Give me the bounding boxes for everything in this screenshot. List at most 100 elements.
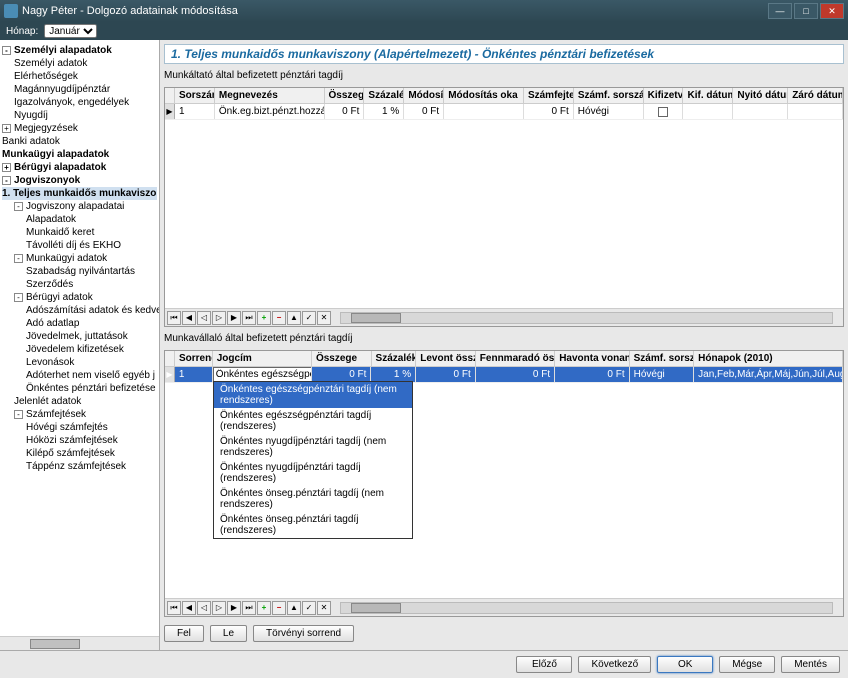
col-header[interactable]: Levont összeg bbox=[416, 351, 476, 366]
torvenyi-button[interactable]: Törvényi sorrend bbox=[253, 625, 354, 642]
tree-item[interactable]: Magánnyugdíjpénztár bbox=[2, 83, 157, 96]
dropdown-option[interactable]: Önkéntes önseg.pénztári tagdíj (rendszer… bbox=[214, 512, 412, 538]
tree-item[interactable]: Szabadság nyilvántartás bbox=[2, 265, 157, 278]
col-header[interactable]: Havonta vonandó bbox=[555, 351, 629, 366]
dropdown-option[interactable]: Önkéntes önseg.pénztári tagdíj (nem rend… bbox=[214, 486, 412, 512]
collapse-icon[interactable]: - bbox=[14, 254, 23, 263]
collapse-icon[interactable]: - bbox=[2, 176, 11, 185]
tree-item[interactable]: -Személyi alapadatok bbox=[2, 44, 157, 57]
expand-icon[interactable]: + bbox=[2, 163, 11, 172]
minimize-button[interactable]: — bbox=[768, 3, 792, 19]
megse-button[interactable]: Mégse bbox=[719, 656, 775, 673]
le-button[interactable]: Le bbox=[210, 625, 247, 642]
col-header[interactable]: Sorszám bbox=[175, 88, 215, 103]
col-header[interactable]: Összeg bbox=[325, 88, 365, 103]
col-header[interactable]: Kifizetve bbox=[644, 88, 684, 103]
cell-osszeg[interactable]: 0 Ft bbox=[325, 104, 365, 119]
dropdown-option[interactable]: Önkéntes nyugdíjpénztári tagdíj (nem ren… bbox=[214, 434, 412, 460]
kovetkezo-button[interactable]: Következő bbox=[578, 656, 651, 673]
nav-button[interactable]: ✓ bbox=[302, 601, 316, 615]
fel-button[interactable]: Fel bbox=[164, 625, 204, 642]
tree-item[interactable]: Hóvégi számfejtés bbox=[2, 421, 157, 434]
cell-fennmarado[interactable]: 0 Ft bbox=[476, 367, 555, 382]
tree-item[interactable]: Önkéntes pénztári befizetése bbox=[2, 382, 157, 395]
collapse-icon[interactable]: - bbox=[2, 46, 11, 55]
cell-zaro[interactable] bbox=[788, 104, 843, 119]
cell-szamfsorsz[interactable]: Hóvégi bbox=[574, 104, 644, 119]
col-header[interactable]: Módosítás bbox=[404, 88, 444, 103]
col-header[interactable]: Megnevezés bbox=[215, 88, 325, 103]
col-header[interactable]: Hónapok (2010) bbox=[694, 351, 843, 366]
tree-item[interactable]: Táppénz számfejtések bbox=[2, 460, 157, 473]
tree-item[interactable]: -Jogviszony alapadatai bbox=[2, 200, 157, 213]
nav-button[interactable]: − bbox=[272, 601, 286, 615]
jogcim-dropdown[interactable]: Önkéntes egészségpénztári tagdíj (nem re… bbox=[213, 381, 413, 539]
nav-button[interactable]: ◁ bbox=[197, 601, 211, 615]
nav-button[interactable]: ▲ bbox=[287, 601, 301, 615]
tree-scrollbar[interactable] bbox=[0, 636, 159, 650]
tree-item[interactable]: Jelenlét adatok bbox=[2, 395, 157, 408]
col-header[interactable]: Jogcím bbox=[213, 351, 312, 366]
tree-item[interactable]: Szerződés bbox=[2, 278, 157, 291]
nav-button[interactable]: ⏭ bbox=[242, 601, 256, 615]
cell-osszege[interactable]: 0 Ft bbox=[312, 367, 372, 382]
col-header[interactable]: Záró dátum bbox=[788, 88, 843, 103]
col-header[interactable]: Nyitó dátum bbox=[733, 88, 788, 103]
tree-item[interactable]: Banki adatok bbox=[2, 135, 157, 148]
collapse-icon[interactable]: - bbox=[14, 410, 23, 419]
tree-item[interactable]: +Megjegyzések bbox=[2, 122, 157, 135]
nav-button[interactable]: ▶ bbox=[227, 601, 241, 615]
cell-modok[interactable] bbox=[444, 104, 524, 119]
tree-item[interactable]: Elérhetőségek bbox=[2, 70, 157, 83]
cell-modositas[interactable]: 0 Ft bbox=[404, 104, 444, 119]
nav-button[interactable]: ▲ bbox=[287, 311, 301, 325]
collapse-icon[interactable]: - bbox=[14, 293, 23, 302]
col-header[interactable]: Számfejtett bbox=[524, 88, 574, 103]
mentes-button[interactable]: Mentés bbox=[781, 656, 840, 673]
tree-item[interactable]: Levonások bbox=[2, 356, 157, 369]
tree-item[interactable]: Jövedelem kifizetések bbox=[2, 343, 157, 356]
cell-levont[interactable]: 0 Ft bbox=[416, 367, 476, 382]
tree-item[interactable]: Munkaidő keret bbox=[2, 226, 157, 239]
col-header[interactable]: Százaléka bbox=[372, 351, 417, 366]
tree-item[interactable]: -Számfejtések bbox=[2, 408, 157, 421]
col-header[interactable]: Kif. dátuma bbox=[683, 88, 733, 103]
dropdown-option[interactable]: Önkéntes egészségpénztári tagdíj (nem re… bbox=[214, 382, 412, 408]
dropdown-option[interactable]: Önkéntes egészségpénztári tagdíj (rendsz… bbox=[214, 408, 412, 434]
tree-item[interactable]: Adóterhet nem viselő egyéb j bbox=[2, 369, 157, 382]
ok-button[interactable]: OK bbox=[657, 656, 713, 673]
nav-button[interactable]: ▶ bbox=[227, 311, 241, 325]
nav-button[interactable]: ✓ bbox=[302, 311, 316, 325]
tree-item[interactable]: Kilépő számfejtések bbox=[2, 447, 157, 460]
cell-honapok[interactable]: Jan,Feb,Már,Ápr,Máj,Jún,Júl,Aug,Szep,Okt… bbox=[694, 367, 843, 382]
cell-megnevezes[interactable]: Önk.eg.bizt.pénzt.hozzájár.nem re bbox=[215, 104, 325, 119]
tree-item[interactable]: Alapadatok bbox=[2, 213, 157, 226]
nav-button[interactable]: ▷ bbox=[212, 311, 226, 325]
maximize-button[interactable]: □ bbox=[794, 3, 818, 19]
grid-scrollbar[interactable] bbox=[340, 602, 833, 614]
elozo-button[interactable]: Előző bbox=[516, 656, 572, 673]
nav-button[interactable]: ◁ bbox=[197, 311, 211, 325]
cell-jogcim[interactable]: ▼ bbox=[213, 367, 312, 382]
tree-item[interactable]: Hóközi számfejtések bbox=[2, 434, 157, 447]
month-select[interactable]: Január bbox=[44, 24, 97, 38]
cell-szazaleka[interactable]: 1 % bbox=[371, 367, 416, 382]
tree-item[interactable]: -Jogviszonyok bbox=[2, 174, 157, 187]
close-button[interactable]: ✕ bbox=[820, 3, 844, 19]
col-header[interactable]: Összege bbox=[312, 351, 372, 366]
tree-item[interactable]: Távolléti díj és EKHO bbox=[2, 239, 157, 252]
cell-szazalek[interactable]: 1 % bbox=[364, 104, 404, 119]
tree-item[interactable]: Adószámítási adatok és kedve bbox=[2, 304, 157, 317]
cell-sorrend[interactable]: 1 bbox=[175, 367, 213, 382]
col-header[interactable]: Számf. sorszám bbox=[630, 351, 695, 366]
nav-button[interactable]: ▷ bbox=[212, 601, 226, 615]
tree-item[interactable]: Igazolványok, engedélyek bbox=[2, 96, 157, 109]
tree-item[interactable]: -Bérügyi adatok bbox=[2, 291, 157, 304]
cell-havonta[interactable]: 0 Ft bbox=[555, 367, 629, 382]
nav-button[interactable]: ⏮ bbox=[167, 601, 181, 615]
tree-item[interactable]: 1. Teljes munkaidős munkaviszo bbox=[2, 187, 157, 200]
nav-button[interactable]: + bbox=[257, 601, 271, 615]
tree-item[interactable]: -Munkaügyi adatok bbox=[2, 252, 157, 265]
nav-button[interactable]: ⏭ bbox=[242, 311, 256, 325]
col-header[interactable]: Számf. sorszáma bbox=[574, 88, 644, 103]
